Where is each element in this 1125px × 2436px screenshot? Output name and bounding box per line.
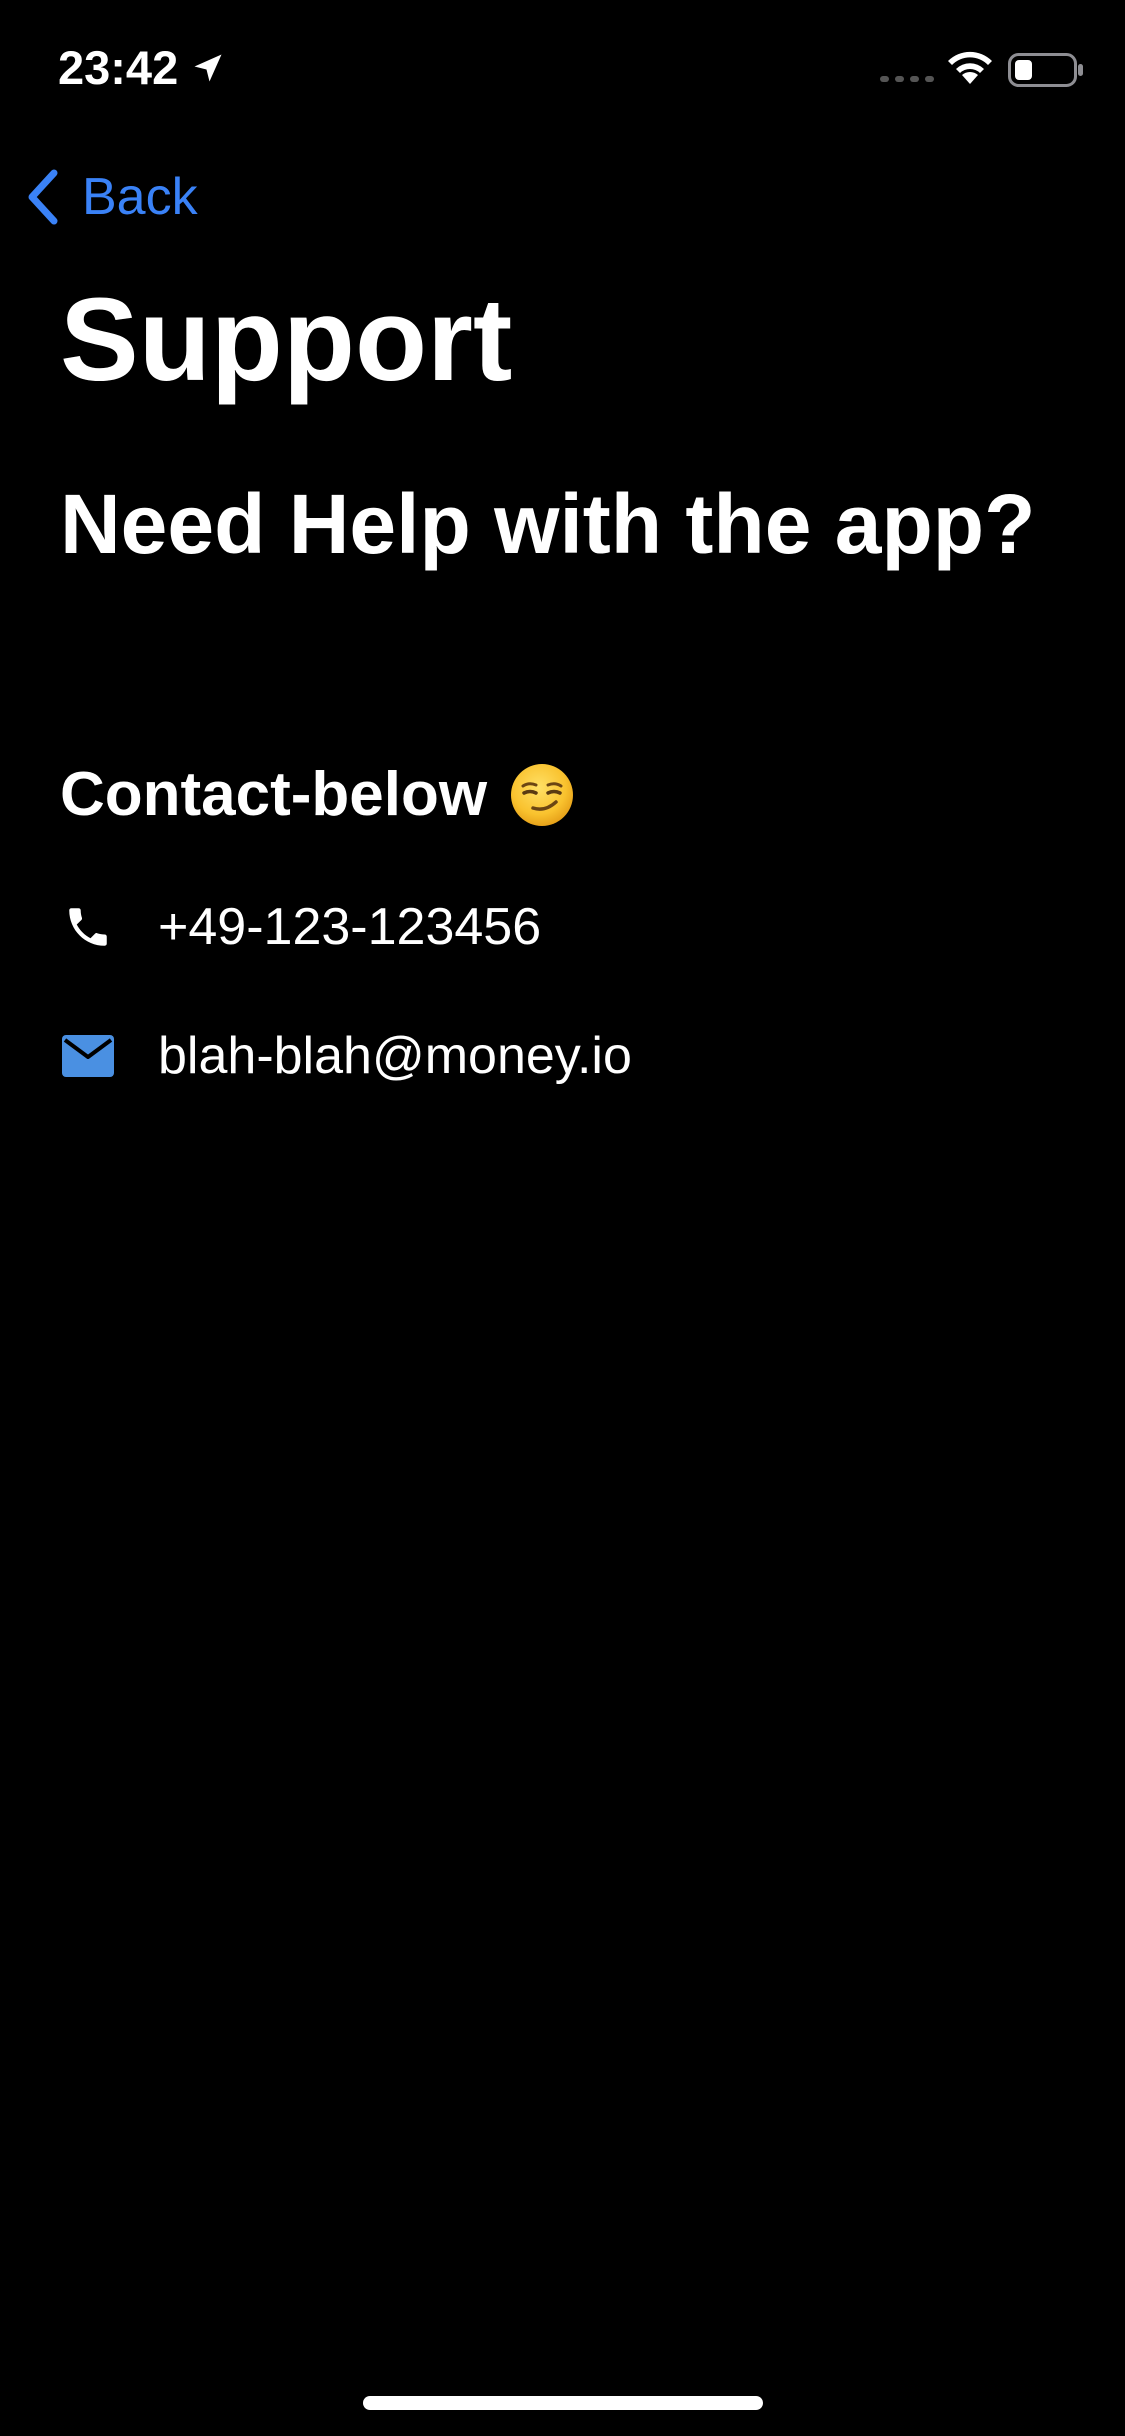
mail-icon [60, 1028, 116, 1084]
contact-heading-label: Contact-below [60, 760, 488, 829]
status-time: 23:42 [58, 41, 179, 94]
page-title: Support [60, 274, 513, 406]
email-contact-row[interactable]: blah-blah@money.io [60, 1016, 632, 1096]
page-subtitle: Need Help with the app? [60, 477, 1036, 571]
email-address[interactable]: blah-blah@money.io [158, 1024, 632, 1088]
location-arrow-icon [194, 54, 222, 82]
smirking-face-emoji-icon [511, 764, 574, 826]
home-indicator[interactable] [363, 2396, 763, 2410]
back-label: Back [82, 168, 198, 226]
contact-heading: Contact-below [60, 755, 575, 835]
phone-icon [60, 899, 116, 955]
status-bar: 23:42 [0, 0, 1125, 135]
phone-contact-row[interactable]: +49-123-123456 [60, 887, 541, 967]
wifi-icon [948, 51, 992, 84]
phone-number[interactable]: +49-123-123456 [158, 895, 541, 959]
chevron-left-icon [28, 169, 58, 225]
cellular-signal-icon [880, 76, 934, 82]
back-button[interactable]: Back [22, 162, 198, 232]
battery-icon [1008, 53, 1083, 87]
